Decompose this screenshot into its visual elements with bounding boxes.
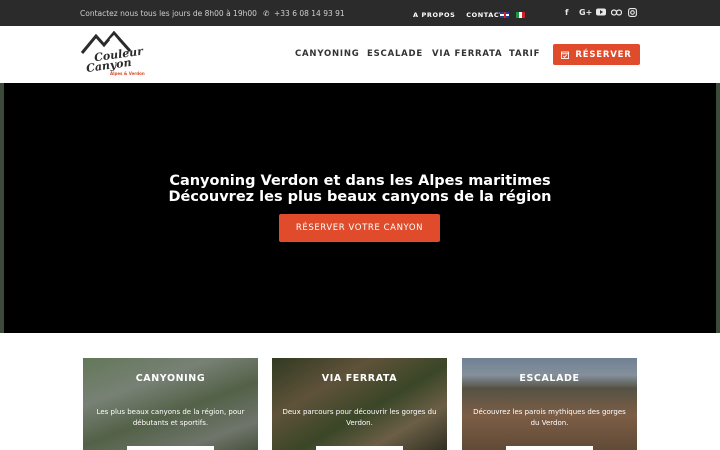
contact-hours-text: Contactez nous tous les jours de 8h00 à … (80, 9, 257, 18)
facebook-icon[interactable]: f (565, 8, 568, 17)
card-canyoning[interactable]: CANYONING Les plus beaux canyons de la r… (83, 358, 258, 450)
site-logo[interactable]: Couleur Canyon Alpes & Verdon (80, 31, 145, 79)
card-via-ferrata[interactable]: VIA FERRATA Deux parcours pour découvrir… (272, 358, 447, 450)
logo-tagline: Alpes & Verdon (110, 71, 145, 76)
reserve-button[interactable]: RÉSERVER (553, 44, 640, 65)
site-header: Couleur Canyon Alpes & Verdon CANYONING … (0, 26, 720, 83)
card-overlay (83, 358, 258, 450)
contact-phone[interactable]: +33 6 08 14 93 91 (274, 9, 345, 18)
contact-info: Contactez nous tous les jours de 8h00 à … (80, 9, 345, 18)
card-title: ESCALADE (519, 373, 580, 384)
card-button[interactable] (127, 446, 214, 450)
top-bar: Contactez nous tous les jours de 8h00 à … (0, 0, 720, 26)
card-button[interactable] (316, 446, 403, 450)
activity-cards: CANYONING Les plus beaux canyons de la r… (0, 333, 720, 450)
card-title: VIA FERRATA (321, 373, 398, 384)
hero-banner: Canyoning Verdon et dans les Alpes marit… (0, 83, 720, 333)
hero-title-line-1: Canyoning Verdon et dans les Alpes marit… (169, 173, 551, 189)
card-description: Découvrez les parois mythiques des gorge… (473, 408, 626, 427)
nav-via-ferrata[interactable]: VIA FERRATA (432, 49, 502, 59)
italian-flag-icon[interactable] (516, 12, 525, 18)
card-overlay (462, 358, 637, 450)
top-links: A PROPOS CONTACT (413, 11, 512, 19)
card-description: Deux parcours pour découvrir les gorges … (282, 408, 437, 427)
card-description: Les plus beaux canyons de la région, pou… (96, 408, 245, 427)
nav-canyoning[interactable]: CANYONING (295, 49, 360, 59)
reserve-canyon-button[interactable]: RÉSERVER VOTRE CANYON (279, 214, 440, 242)
hero-title: Canyoning Verdon et dans les Alpes marit… (4, 173, 716, 205)
phone-icon: ✆ (263, 9, 270, 18)
hero-title-line-2: Découvrez les plus beaux canyons de la r… (168, 189, 552, 205)
card-title: CANYONING (135, 373, 206, 384)
reserve-button-label: RÉSERVER (575, 49, 632, 60)
card-button[interactable] (506, 446, 593, 450)
english-flag-icon[interactable] (500, 12, 509, 18)
link-a-propos[interactable]: A PROPOS (413, 11, 455, 19)
link-contact[interactable]: CONTACT (466, 11, 504, 19)
card-overlay (272, 358, 447, 450)
card-escalade[interactable]: ESCALADE Découvrez les parois mythiques … (462, 358, 637, 450)
calendar-icon (561, 51, 570, 59)
nav-escalade[interactable]: ESCALADE (367, 49, 423, 59)
google-plus-icon[interactable]: G+ (579, 8, 592, 17)
youtube-icon[interactable] (596, 8, 606, 18)
tripadvisor-icon[interactable] (610, 8, 623, 18)
instagram-icon[interactable] (628, 8, 637, 19)
nav-tarif[interactable]: TARIF (509, 49, 540, 59)
